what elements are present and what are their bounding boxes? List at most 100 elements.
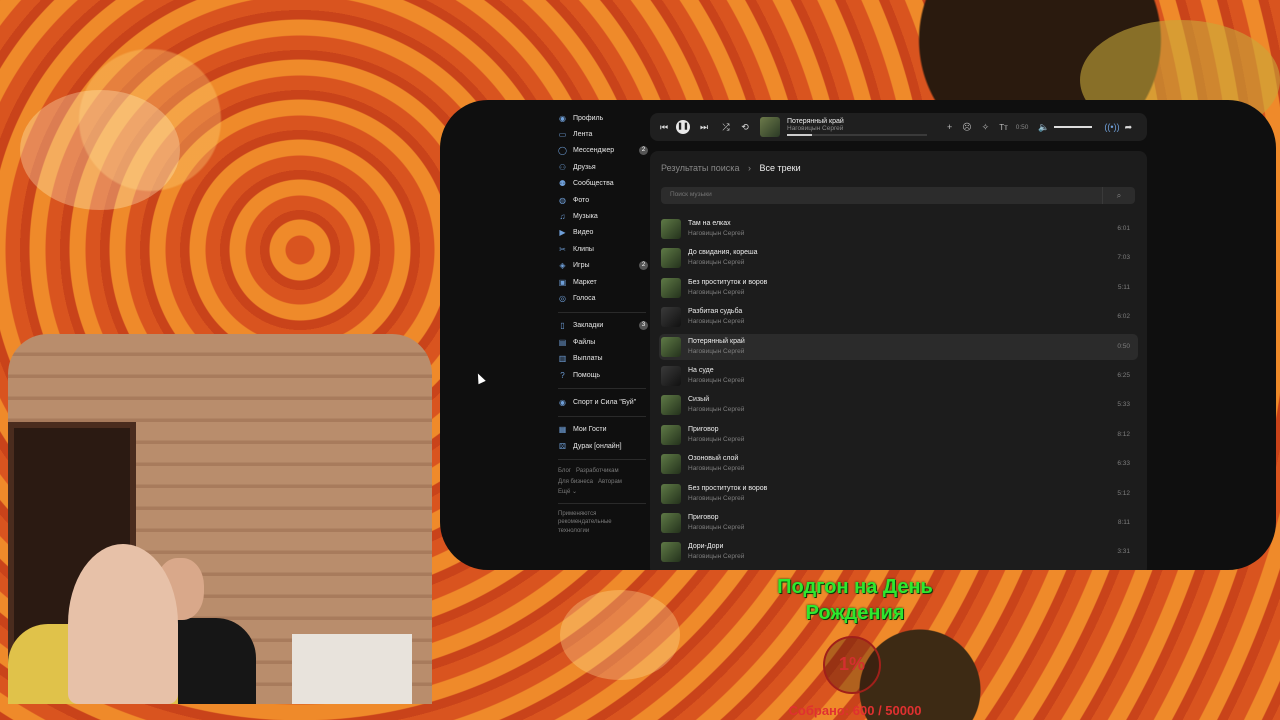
track-row[interactable]: Приговор Наговицын Сергей 8:12 [659,422,1138,448]
current-track-info[interactable]: Потерянный край Наговицын Сергей [787,118,932,136]
footer-link[interactable]: Блог [558,468,571,474]
track-row[interactable]: Сизый Наговицын Сергей 5:33 [659,392,1138,418]
sidebar-item-label: Маркет [573,278,597,286]
search-input[interactable] [668,190,1092,199]
track-row[interactable]: Озоновый слой Наговицын Сергей 6:33 [659,451,1138,477]
track-row[interactable]: Разбитая судьба Наговицын Сергей 6:02 [659,304,1138,330]
track-cover[interactable] [661,307,681,328]
notification-badge: 2 [639,146,648,156]
track-artist[interactable]: Наговицын Сергей [688,553,744,560]
divider [558,388,646,390]
sidebar-item-music[interactable]: ♫ Музыка [558,208,648,224]
sidebar-item-help[interactable]: ? Помощь [558,367,648,383]
footer-link[interactable]: Для бизнеса [558,479,593,485]
sidebar-item-games[interactable]: ◈ Игры 2 [558,258,648,274]
feed-icon: ▭ [558,130,567,140]
track-row[interactable]: Потерянный край Наговицын Сергей 0:50 [659,333,1138,360]
sidebar-item-app[interactable]: ⚄ Дурак [онлайн] [558,438,648,454]
sidebar-item-clips[interactable]: ✂ Клипы [558,241,648,257]
next-track-icon[interactable]: ⏭ [699,122,709,133]
sidebar-item-label: Мессенджер [573,147,615,155]
track-artist[interactable]: Наговицын Сергей [688,377,744,384]
add-icon[interactable]: + [947,122,952,132]
track-cover[interactable] [661,513,681,533]
broadcast-icon[interactable]: ((•)) [1104,122,1119,132]
track-artist[interactable]: Наговицын Сергей [688,259,744,266]
track-row[interactable]: Без проституток и воров Наговицын Сергей 5… [659,275,1138,301]
track-cover[interactable] [661,454,681,475]
track-duration: 0:50 [1117,342,1130,350]
track-cover[interactable] [661,424,681,445]
track-artist[interactable]: Наговицын Сергей [688,230,744,237]
footer-link[interactable]: Ещё [558,489,570,495]
sidebar-item-user[interactable]: ◉ Профиль [558,110,648,126]
track-row[interactable]: На суде Наговицын Сергей 6:25 [659,363,1138,389]
track-row[interactable]: Без проституток и воров Наговицын Сергей 5… [659,481,1138,507]
track-row[interactable]: До свидания, кореша Наговицын Сергей 7:03 [659,245,1138,271]
lyrics-icon[interactable]: Tт [999,123,1008,132]
sidebar-item-payouts[interactable]: ▥ Выплаты [558,350,648,366]
breadcrumb-parent[interactable]: Результаты поиска [661,163,739,173]
track-cover[interactable] [661,248,681,269]
fridge [292,634,412,704]
track-artist[interactable]: Наговицын Сергей [688,495,744,502]
repeat-icon[interactable]: ⟲ [740,122,750,133]
track-artist[interactable]: Наговицын Сергей [688,436,744,443]
footer-link[interactable]: Разработчикам [576,468,619,474]
sidebar-item-communities[interactable]: ⚉ Сообщества [558,176,648,192]
track-title: Приговор [688,514,719,521]
sidebar-item-photo[interactable]: ◍ Фото [558,192,648,208]
dislike-icon[interactable]: ☹ [962,122,971,133]
track-artist[interactable]: Наговицын Сергей [688,465,744,472]
track-title: Озоновый слой [688,455,739,463]
sidebar-item-market[interactable]: ▣ Маркет [558,274,648,290]
clips-icon: ✂ [559,244,566,254]
track-row[interactable]: Там на елках Наговицын Сергей 6:01 [659,216,1138,242]
sidebar-item-group[interactable]: ◉ Спорт и Сила "Буй" [558,394,648,410]
track-cover[interactable] [661,277,681,298]
sidebar-item-video[interactable]: ▶ Видео [558,225,648,241]
track-time: 0:50 [1015,123,1029,131]
pause-button[interactable]: ❚❚ [676,120,690,134]
shuffle-icon[interactable]: ⤮ [721,122,731,133]
track-cover[interactable] [661,395,681,416]
sidebar-item-votes[interactable]: ◎ Голоса [558,290,648,306]
track-row[interactable]: Приговор Наговицын Сергей 8:11 [659,510,1138,536]
track-artist[interactable]: Наговицын Сергей [688,318,744,325]
music-icon: ♫ [559,212,566,222]
sidebar-item-friends[interactable]: ⚇ Друзья [558,159,648,175]
divider [558,459,646,461]
track-cover[interactable] [661,542,681,563]
sidebar-item-label: Фото [573,196,590,204]
track-duration: 7:03 [1117,254,1130,262]
sidebar-item-feed[interactable]: ▭ Лента [558,126,648,142]
sidebar-item-messenger[interactable]: ◯ Мессенджер 2 [558,143,648,159]
previous-track-icon[interactable]: ⏮ [659,122,669,133]
footer-link[interactable]: Авторам [598,479,622,485]
track-cover[interactable] [661,219,681,239]
track-artist[interactable]: Наговицын Сергей [688,524,744,531]
recommendation-note[interactable]: Применяются рекомендательные технологии [558,510,643,536]
search-icon[interactable]: ⌕ [1102,187,1135,204]
track-cover[interactable] [661,336,681,357]
track-title: Без проституток и воров [688,484,768,492]
track-cover[interactable] [661,483,681,504]
sidebar-item-files[interactable]: ▤ Файлы [558,334,648,350]
sidebar-item-bookmarks[interactable]: ▯ Закладки 3 [558,318,648,334]
track-cover[interactable] [661,366,681,386]
volume-icon[interactable]: 🔈 [1038,122,1049,133]
volume-slider[interactable] [1054,126,1093,128]
track-artist[interactable]: Наговицын Сергей [688,348,744,355]
sidebar-item-app[interactable]: ▦ Мои Гости [558,422,648,438]
market-icon: ▣ [558,277,567,287]
magic-icon[interactable]: ✧ [982,122,990,133]
share-icon[interactable]: ➦ [1123,122,1133,133]
track-artist[interactable]: Наговицын Сергей [688,406,744,413]
track-progress-bar[interactable] [787,134,927,136]
video-icon: ▶ [559,228,566,238]
track-duration: 6:02 [1117,313,1130,321]
track-title: Дори-Дори [688,543,724,551]
track-artist[interactable]: Наговицын Сергей [688,289,744,296]
track-row[interactable]: Дори-Дори Наговицын Сергей 3:31 [659,539,1138,565]
sidebar-item-label: Клипы [573,245,594,253]
